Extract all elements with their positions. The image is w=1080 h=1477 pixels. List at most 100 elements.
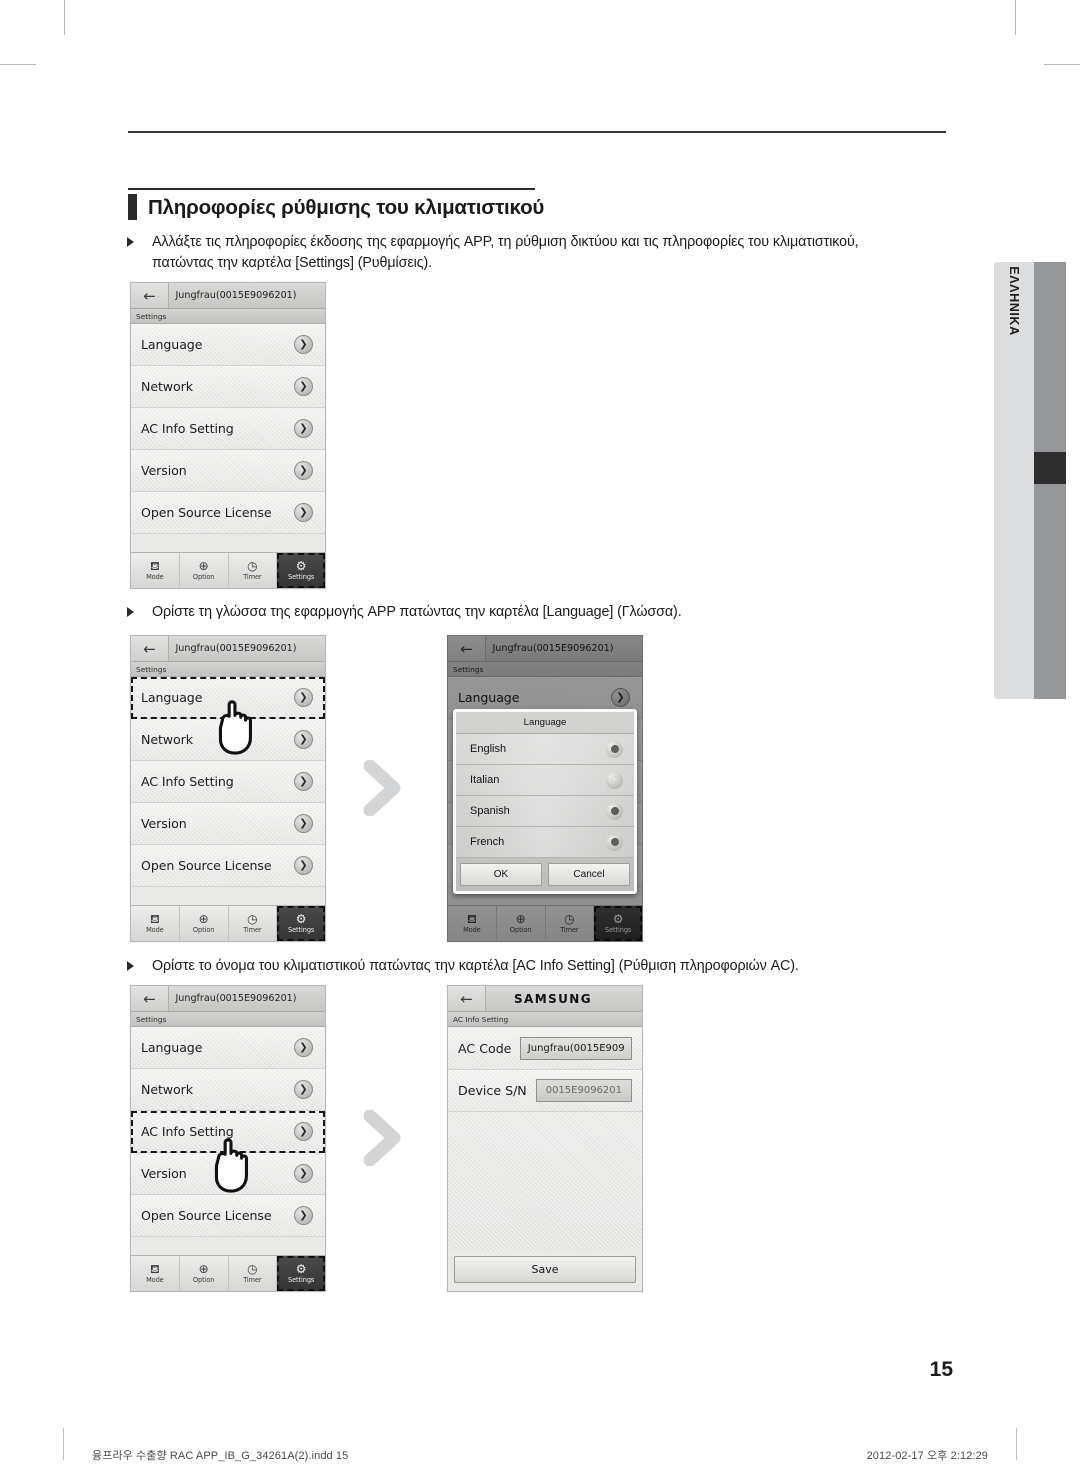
crop-mark-top-left-v	[64, 0, 65, 35]
mode-icon: ⛾	[149, 1262, 160, 1276]
chevron-right-icon[interactable]: ❯	[294, 377, 313, 396]
chevron-right-icon[interactable]: ❯	[294, 1164, 313, 1183]
list-item-version[interactable]: Version ❯	[131, 450, 325, 492]
tab-mode[interactable]: ⛾ Mode	[131, 553, 180, 588]
tab-option[interactable]: ⊕ Option	[180, 906, 229, 941]
tab-label: Settings	[288, 573, 315, 581]
tab-settings[interactable]: ⚙ Settings	[277, 906, 325, 941]
tab-option[interactable]: ⊕ Option	[180, 553, 229, 588]
list-item-open-source-license[interactable]: Open Source License ❯	[131, 1195, 325, 1237]
samsung-logo: SAMSUNG	[514, 991, 592, 1006]
field-row-ac-code: AC Code Jungfrau(0015E909	[448, 1028, 642, 1070]
list-item-label: Version	[141, 463, 187, 478]
chevron-right-icon[interactable]: ❯	[294, 1038, 313, 1057]
tab-settings[interactable]: ⚙ Settings	[277, 1256, 325, 1291]
settings-list: Language ❯ Network ❯ AC Info Setting ❯ V…	[131, 677, 325, 887]
list-item-ac-info-setting[interactable]: AC Info Setting ❯	[131, 1111, 325, 1153]
list-item-network[interactable]: Network ❯	[131, 366, 325, 408]
footer-rule-right	[1016, 1428, 1017, 1460]
tab-label: Timer	[243, 1276, 262, 1284]
chevron-right-icon[interactable]: ❯	[611, 688, 630, 707]
mode-icon: ⛾	[149, 912, 160, 926]
chevron-right-icon[interactable]: ❯	[294, 419, 313, 438]
tab-option[interactable]: ⊕ Option	[497, 906, 546, 941]
chevron-right-icon[interactable]: ❯	[294, 503, 313, 522]
radio-button-english[interactable]	[606, 740, 623, 758]
tab-settings[interactable]: ⚙ Settings	[594, 906, 642, 941]
back-icon[interactable]: ←	[131, 986, 169, 1011]
bullet-triangle-icon	[127, 237, 134, 247]
chevron-right-icon[interactable]: ❯	[294, 1122, 313, 1141]
tab-mode[interactable]: ⛾ Mode	[448, 906, 497, 941]
gear-icon: ⚙	[295, 1262, 307, 1276]
list-item-language[interactable]: Language ❯	[131, 677, 325, 719]
ac-code-input[interactable]: Jungfrau(0015E909	[520, 1037, 632, 1060]
radio-button-spanish[interactable]	[606, 802, 623, 820]
dialog-option-spanish[interactable]: Spanish	[456, 796, 634, 827]
dialog-option-french[interactable]: French	[456, 827, 634, 858]
ok-button[interactable]: OK	[460, 863, 542, 886]
tab-label: Mode	[146, 1276, 164, 1284]
list-item-version[interactable]: Version ❯	[131, 803, 325, 845]
dialog-option-english[interactable]: English	[456, 734, 634, 765]
back-icon[interactable]: ←	[448, 986, 486, 1011]
chevron-right-icon[interactable]: ❯	[294, 1080, 313, 1099]
crop-mark-top-right-v	[1015, 0, 1016, 35]
list-item-language[interactable]: Language ❯	[131, 1027, 325, 1069]
heading-accent-bar	[128, 194, 137, 220]
phone-frame: ← Jungfrau(0015E9096201) Settings Langua…	[130, 985, 326, 1292]
chevron-right-icon[interactable]: ❯	[294, 856, 313, 875]
list-item-ac-info-setting[interactable]: AC Info Setting ❯	[131, 408, 325, 450]
radio-button-italian[interactable]	[606, 771, 623, 789]
chevron-right-icon[interactable]: ❯	[294, 1206, 313, 1225]
list-item-label: AC Info Setting	[141, 421, 234, 436]
radio-button-french[interactable]	[606, 833, 623, 851]
bottom-tabbar: ⛾ Mode ⊕ Option ◷ Timer ⚙ Settings	[131, 905, 325, 941]
tab-label: Mode	[146, 573, 164, 581]
footer-timestamp: 2012-02-17 오후 2:12:29	[866, 1450, 988, 1462]
tab-timer[interactable]: ◷ Timer	[229, 1256, 278, 1291]
phone-frame: ← Jungfrau(0015E9096201) Settings Langua…	[130, 635, 326, 942]
header-rule	[128, 131, 946, 133]
tab-timer[interactable]: ◷ Timer	[546, 906, 595, 941]
manual-page: Πληροφορίες ρύθμισης του κλιματιστικού Α…	[0, 0, 1080, 1477]
chevron-right-icon[interactable]: ❯	[294, 730, 313, 749]
screen-title: Jungfrau(0015E9096201)	[175, 643, 297, 654]
list-item-network[interactable]: Network ❯	[131, 1069, 325, 1111]
chevron-right-icon[interactable]: ❯	[294, 814, 313, 833]
bullet-triangle-icon	[127, 607, 134, 617]
list-item-network[interactable]: Network ❯	[131, 719, 325, 761]
back-icon[interactable]: ←	[448, 636, 486, 661]
tab-label: Settings	[288, 1276, 315, 1284]
chevron-right-icon[interactable]: ❯	[294, 688, 313, 707]
list-item-version[interactable]: Version ❯	[131, 1153, 325, 1195]
bullet-paragraph-2: Ορίστε τη γλώσσα της εφαρμογής APP πατών…	[127, 602, 917, 623]
tab-mode[interactable]: ⛾ Mode	[131, 906, 180, 941]
tab-label: Option	[192, 1276, 215, 1284]
tab-timer[interactable]: ◷ Timer	[229, 906, 278, 941]
tab-label: Settings	[605, 926, 632, 934]
tab-settings[interactable]: ⚙ Settings	[277, 553, 325, 588]
back-icon[interactable]: ←	[131, 283, 169, 308]
timer-icon: ◷	[247, 912, 258, 926]
list-item-label: Version	[141, 1166, 187, 1181]
chevron-right-icon[interactable]: ❯	[294, 335, 313, 354]
tab-option[interactable]: ⊕ Option	[180, 1256, 229, 1291]
gear-icon: ⚙	[295, 912, 307, 926]
save-button[interactable]: Save	[454, 1256, 636, 1283]
dialog-option-italian[interactable]: Italian	[456, 765, 634, 796]
heading-rule	[128, 188, 535, 190]
chevron-right-icon[interactable]: ❯	[294, 461, 313, 480]
cancel-button[interactable]: Cancel	[548, 863, 630, 886]
field-label: AC Code	[458, 1041, 512, 1056]
list-item-language[interactable]: Language ❯	[131, 324, 325, 366]
phone-frame: ← Jungfrau(0015E9096201) Settings Langua…	[130, 282, 326, 589]
tab-mode[interactable]: ⛾ Mode	[131, 1256, 180, 1291]
tab-timer[interactable]: ◷ Timer	[229, 553, 278, 588]
list-item-open-source-license[interactable]: Open Source License ❯	[131, 845, 325, 887]
list-item-open-source-license[interactable]: Open Source License ❯	[131, 492, 325, 534]
chevron-right-icon[interactable]: ❯	[294, 772, 313, 791]
list-item-ac-info-setting[interactable]: AC Info Setting ❯	[131, 761, 325, 803]
bullet-paragraph-1: Αλλάξτε τις πληροφορίες έκδοσης της εφαρ…	[127, 232, 917, 275]
back-icon[interactable]: ←	[131, 636, 169, 661]
